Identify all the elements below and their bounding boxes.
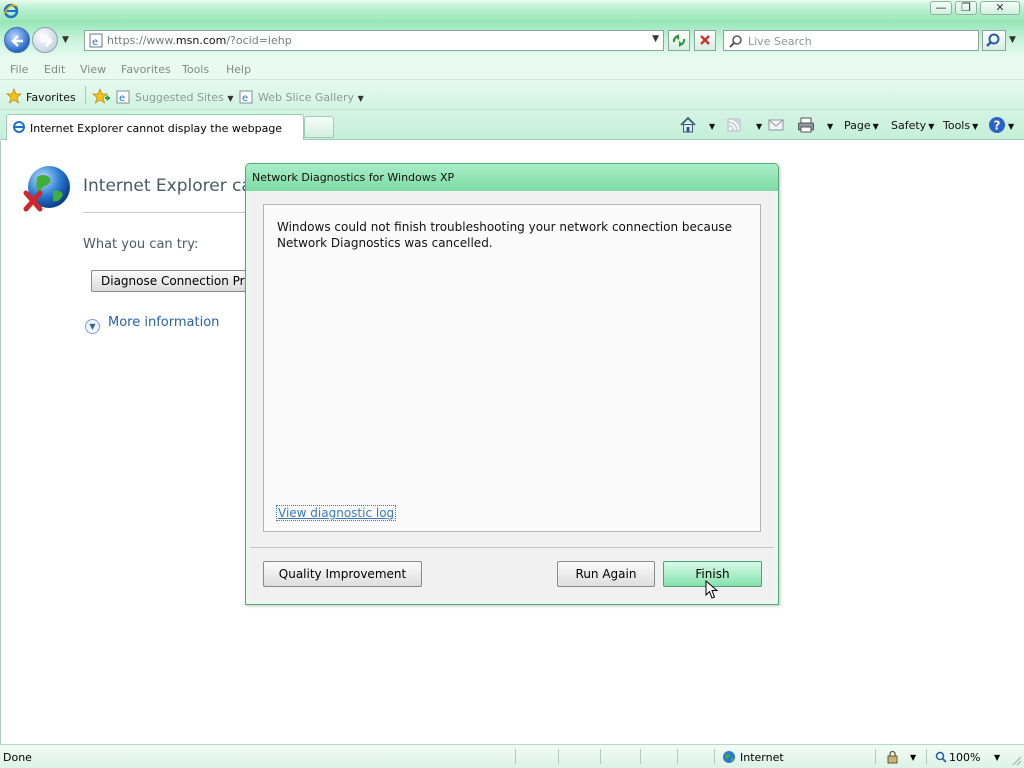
toolbar-divider (85, 86, 86, 104)
search-placeholder: Live Search (748, 35, 812, 48)
zoom-dropdown-icon[interactable]: ▼ (994, 753, 1000, 762)
expand-chevron-icon: ▼ (85, 319, 100, 334)
home-icon[interactable] (679, 116, 697, 134)
search-provider-icon (729, 35, 742, 48)
add-to-favorites-icon[interactable] (92, 88, 110, 104)
status-divider (558, 749, 559, 764)
svg-text:e: e (119, 93, 125, 104)
divider (83, 212, 253, 213)
title-bar: — ❐ ✕ (0, 0, 1024, 22)
security-zone[interactable]: Internet (722, 750, 784, 764)
tools-menu[interactable]: Tools ▼ (943, 119, 978, 132)
status-divider (640, 749, 641, 764)
status-text: Done (3, 751, 32, 764)
web-slice-gallery-link[interactable]: e Web Slice Gallery ▼ (239, 90, 364, 104)
what-you-can-try-label: What you can try: (83, 237, 199, 252)
print-icon[interactable] (797, 116, 815, 134)
search-options-dropdown-icon[interactable]: ▼ (1009, 35, 1016, 45)
menu-bar: File Edit View Favorites Tools Help (0, 58, 1024, 80)
maximize-button[interactable]: ❐ (955, 1, 977, 15)
close-button[interactable]: ✕ (980, 1, 1020, 15)
address-dropdown-icon[interactable]: ▼ (652, 34, 659, 44)
stop-button[interactable] (694, 30, 716, 51)
mouse-pointer-icon (705, 580, 719, 599)
help-icon[interactable]: ? (988, 116, 1006, 134)
feeds-dropdown-icon[interactable]: ▼ (754, 119, 762, 132)
menu-edit[interactable]: Edit (44, 63, 65, 76)
page-title: Internet Explorer can (83, 176, 263, 196)
menu-tools[interactable]: Tools (182, 63, 209, 76)
svg-text:e: e (242, 93, 248, 104)
back-arrow-icon (11, 35, 23, 47)
quality-improvement-button[interactable]: Quality Improvement (263, 561, 422, 587)
help-dropdown-icon[interactable]: ▼ (1006, 119, 1014, 132)
search-input[interactable]: Live Search (723, 30, 979, 51)
suggested-sites-link[interactable]: e Suggested Sites ▼ (116, 90, 233, 104)
forward-arrow-icon (41, 35, 53, 47)
favorites-bar: Favorites e Suggested Sites ▼ e Web Slice … (0, 80, 1024, 110)
network-diagnostics-dialog: Network Diagnostics for Windows XP Windo… (245, 163, 779, 605)
status-divider (875, 749, 876, 764)
svg-text:?: ? (994, 119, 1001, 133)
zoom-icon (935, 751, 947, 763)
dialog-message: Windows could not finish troubleshooting… (277, 220, 733, 250)
home-dropdown-icon[interactable]: ▼ (707, 119, 715, 132)
diagnose-connection-button[interactable]: Diagnose Connection Pro (91, 270, 261, 292)
status-divider (926, 749, 927, 764)
ie-page-icon: e (116, 90, 130, 104)
ie-tab-icon (13, 121, 25, 133)
search-button[interactable] (982, 30, 1006, 51)
status-divider (714, 749, 715, 764)
dialog-title-bar: Network Diagnostics for Windows XP (246, 164, 778, 191)
address-url: https://www.msn.com/?ocid=iehp (107, 34, 292, 47)
status-bar: Done Internet ▼ 100% ▼ (0, 744, 1024, 768)
status-divider (677, 749, 678, 764)
search-icon (986, 33, 1000, 47)
view-diagnostic-log-link[interactable]: View diagnostic log (276, 505, 397, 521)
globe-icon (723, 751, 735, 763)
menu-view[interactable]: View (80, 63, 106, 76)
run-again-button[interactable]: Run Again (557, 561, 655, 587)
menu-favorites[interactable]: Favorites (121, 63, 171, 76)
ie-page-icon: e (239, 90, 253, 104)
address-bar[interactable]: e https://www.msn.com/?ocid=iehp ▼ (84, 30, 664, 51)
globe-error-icon (23, 166, 70, 212)
tab-current[interactable]: Internet Explorer cannot display the web… (6, 114, 304, 140)
menu-help[interactable]: Help (226, 63, 251, 76)
minimize-button[interactable]: — (930, 1, 952, 15)
dialog-divider (250, 547, 774, 548)
address-toolbar: ▼ e https://www.msn.com/?ocid=iehp ▼ Liv… (0, 22, 1024, 58)
page-menu[interactable]: Page ▼ (844, 119, 879, 132)
feeds-icon[interactable] (726, 117, 742, 133)
mail-icon[interactable] (768, 117, 784, 133)
refresh-button[interactable] (668, 30, 690, 51)
safety-menu[interactable]: Safety ▼ (891, 119, 934, 132)
stop-icon (700, 35, 710, 45)
zoom-level[interactable]: 100% (935, 751, 980, 764)
protected-mode-icon[interactable] (885, 750, 901, 764)
dialog-body: Windows could not finish troubleshooting… (250, 191, 774, 601)
star-icon (6, 88, 22, 104)
dialog-title: Network Diagnostics for Windows XP (252, 171, 455, 184)
favorites-button[interactable]: Favorites (6, 88, 76, 104)
more-information-link[interactable]: ▼ More information (85, 315, 219, 334)
forward-button[interactable] (32, 27, 58, 53)
new-tab-button[interactable] (304, 116, 334, 138)
status-divider (600, 749, 601, 764)
resize-grip-icon[interactable] (1010, 754, 1022, 766)
print-dropdown-icon[interactable]: ▼ (825, 119, 833, 132)
back-button[interactable] (4, 27, 30, 53)
message-panel: Windows could not finish troubleshooting… (263, 204, 761, 532)
tab-bar: Internet Explorer cannot display the web… (0, 110, 1024, 140)
refresh-icon (672, 34, 686, 47)
menu-file[interactable]: File (10, 63, 28, 76)
recent-pages-dropdown-icon[interactable]: ▼ (62, 35, 69, 45)
status-divider (515, 749, 516, 764)
tab-title: Internet Explorer cannot display the web… (30, 122, 283, 135)
page-icon: e (89, 33, 103, 48)
protected-mode-dropdown-icon[interactable]: ▼ (910, 753, 916, 762)
svg-text:e: e (92, 37, 98, 48)
ie-logo-icon (3, 3, 19, 19)
